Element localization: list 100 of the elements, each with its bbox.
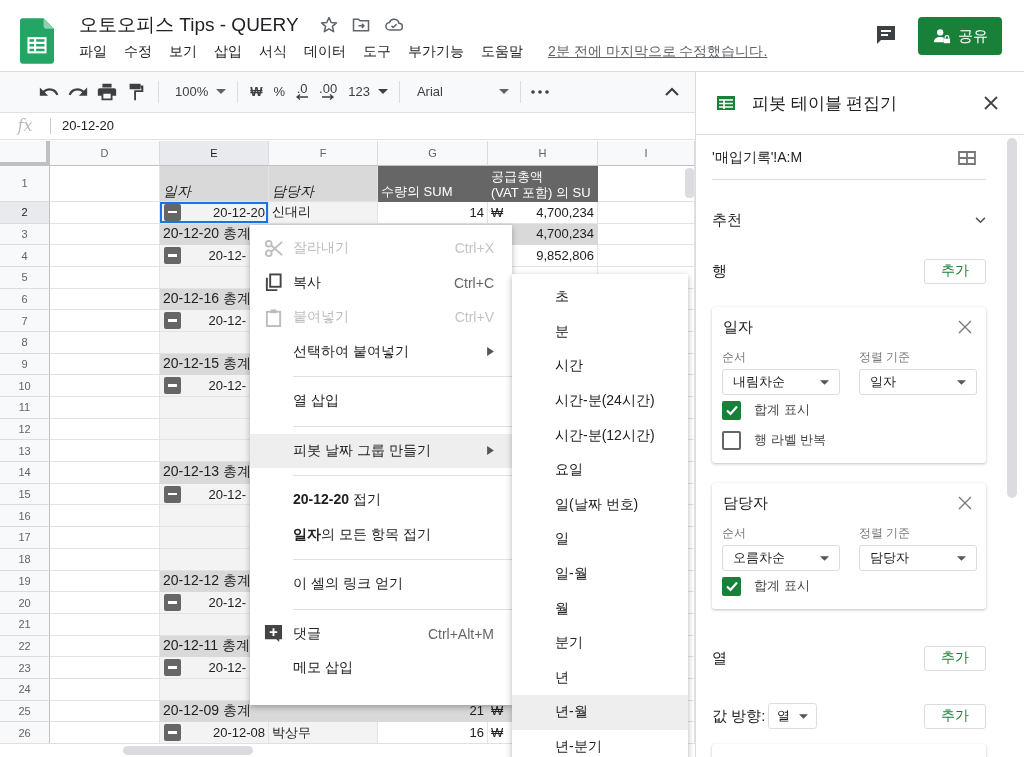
column-header[interactable]: H [488, 140, 598, 166]
menu-item[interactable]: 부가기능 [408, 43, 464, 61]
menu-item[interactable]: 시간-분(12시간) [512, 418, 688, 453]
menu-item[interactable]: 분기 [512, 625, 688, 661]
menu-item[interactable]: 도구 [363, 43, 391, 61]
checkbox[interactable] [722, 400, 741, 420]
chevron-down-icon[interactable] [975, 216, 986, 224]
collapse-icon[interactable] [164, 485, 181, 503]
row-header[interactable]: 14 [0, 462, 50, 484]
menu-item[interactable]: 일 [512, 522, 688, 557]
row-header[interactable]: 25 [0, 700, 50, 723]
collapse-icon[interactable] [164, 247, 181, 265]
share-button[interactable]: 공유 [918, 17, 1002, 55]
menu-item[interactable]: 일자의 모든 항목 접기 [250, 517, 512, 552]
row-header[interactable]: 19 [0, 570, 50, 593]
menu-item[interactable]: 시간 [512, 349, 688, 384]
row-header[interactable]: 15 [0, 483, 50, 506]
caret-icon[interactable] [498, 89, 509, 95]
row-header[interactable]: 11 [0, 397, 50, 419]
add-button[interactable]: 추가 [924, 703, 986, 729]
scrollbar-thumb[interactable] [123, 746, 253, 756]
range-text[interactable]: '매입기록'!A:M [712, 149, 803, 167]
row-header[interactable]: 24 [0, 678, 50, 701]
row-header[interactable]: 3 [0, 223, 50, 246]
close-icon[interactable] [958, 496, 972, 510]
row-header[interactable]: 8 [0, 331, 50, 354]
row-header[interactable]: 20 [0, 592, 50, 614]
number-format-select[interactable]: 123 [345, 84, 373, 100]
zoom-select[interactable]: 100% [172, 84, 212, 100]
row-header[interactable]: 2 [0, 201, 50, 224]
menu-item[interactable]: 보기 [169, 43, 197, 61]
menu-item[interactable]: 파일 [79, 43, 107, 61]
menu-item[interactable]: 일-월 [512, 556, 688, 592]
menu-item[interactable]: 일(날짜 번호) [512, 487, 688, 523]
row-header[interactable]: 17 [0, 527, 50, 549]
dropdown[interactable]: 내림차순 [722, 369, 840, 395]
row-header[interactable]: 10 [0, 375, 50, 397]
dropdown[interactable]: 담당자 [859, 545, 977, 571]
more-icon[interactable] [529, 89, 550, 94]
currency-format-button[interactable]: ₩ [247, 84, 266, 100]
row-header[interactable]: 6 [0, 288, 50, 311]
formula-input[interactable]: 20-12-20 [62, 118, 115, 134]
increase-decimal-button[interactable]: .00 [316, 83, 341, 101]
close-icon[interactable] [984, 96, 998, 110]
scrollbar-thumb[interactable] [1007, 138, 1017, 498]
menu-item[interactable]: 분 [512, 314, 688, 350]
star-icon[interactable] [318, 15, 339, 35]
sheets-logo-icon[interactable] [20, 18, 54, 64]
add-button[interactable]: 추가 [924, 645, 986, 671]
menu-item[interactable]: 데이터 [304, 43, 346, 61]
percent-format-button[interactable]: % [270, 84, 289, 100]
table-cell[interactable]: 20-12-08 [160, 722, 269, 744]
menu-item[interactable]: 월 [512, 591, 688, 626]
column-header[interactable]: G [378, 140, 488, 166]
collapse-icon[interactable] [164, 659, 181, 677]
comment-icon[interactable] [874, 23, 898, 47]
add-button[interactable]: 추가 [924, 258, 986, 284]
menu-item[interactable]: 수정 [124, 43, 152, 61]
column-header[interactable]: D [50, 140, 160, 166]
last-edit-link[interactable]: 2분 전에 마지막으로 수정했습니다. [548, 43, 768, 61]
column-header[interactable]: F [269, 140, 378, 166]
row-header[interactable]: 4 [0, 245, 50, 267]
collapse-icon[interactable] [164, 724, 181, 742]
document-title[interactable]: 오토오피스 Tips - QUERY [79, 12, 299, 38]
dropdown[interactable]: 오름차순 [722, 545, 840, 571]
row-header[interactable]: 12 [0, 418, 50, 441]
close-icon[interactable] [958, 320, 972, 334]
collapse-icon[interactable] [164, 377, 181, 395]
dropdown[interactable]: 열 [768, 703, 818, 729]
row-header[interactable]: 5 [0, 266, 50, 289]
menu-item[interactable]: 시간-분(24시간) [512, 383, 688, 419]
checkbox[interactable] [722, 430, 741, 450]
dropdown[interactable]: 일자 [859, 369, 977, 395]
menu-item[interactable]: 년-분기 [512, 729, 688, 757]
row-header[interactable]: 21 [0, 613, 50, 636]
row-header[interactable]: 22 [0, 635, 50, 658]
row-header[interactable]: 7 [0, 310, 50, 332]
chevron-up-icon[interactable] [665, 87, 679, 97]
folder-icon[interactable] [350, 15, 371, 35]
table-cell[interactable]: 20-12-20 [160, 201, 269, 224]
menu-item[interactable]: 도움말 [481, 43, 523, 61]
checkbox[interactable] [722, 576, 741, 596]
column-header[interactable]: E [160, 140, 269, 166]
column-header[interactable]: I [598, 140, 695, 166]
row-header[interactable]: 1 [0, 165, 50, 202]
menu-item[interactable]: 요일 [512, 452, 688, 488]
menu-item[interactable]: 년-월 [512, 695, 688, 730]
grid-icon[interactable] [958, 151, 976, 165]
menu-item[interactable]: 년 [512, 660, 688, 696]
scrollbar-thumb[interactable] [685, 167, 694, 198]
row-header[interactable]: 26 [0, 722, 50, 744]
collapse-icon[interactable] [164, 594, 181, 612]
caret-icon[interactable] [377, 89, 388, 95]
menu-item[interactable]: 서식 [259, 43, 287, 61]
caret-icon[interactable] [216, 89, 227, 95]
menu-item[interactable]: 삽입 [214, 43, 242, 61]
menu-item[interactable]: 피봇 날짜 그룹 만들기 [250, 433, 512, 468]
row-header[interactable]: 13 [0, 440, 50, 463]
row-header[interactable]: 23 [0, 657, 50, 679]
collapse-icon[interactable] [164, 203, 181, 221]
